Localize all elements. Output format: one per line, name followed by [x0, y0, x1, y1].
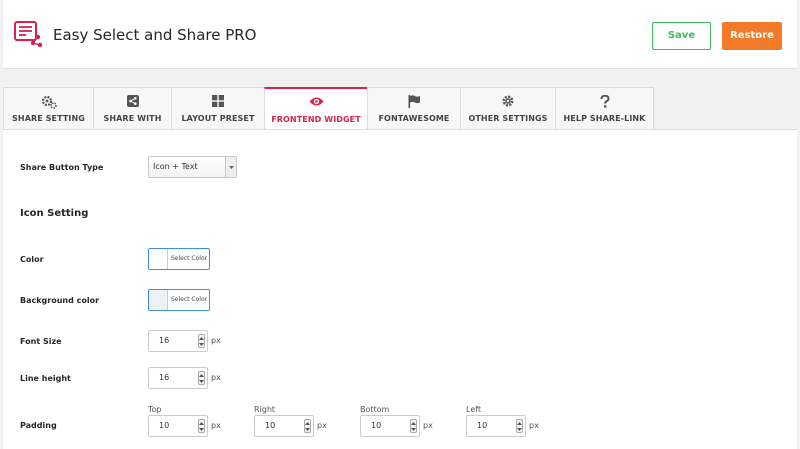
share-button-type-value: Icon + Text [153, 162, 198, 171]
tab-label: SHARE SETTING [12, 114, 85, 123]
stepper-icon[interactable] [198, 371, 205, 385]
tab-share-with[interactable]: SHARE WITH [93, 87, 172, 129]
font-size-input[interactable]: 16 [148, 330, 208, 352]
color-label: Color [20, 255, 44, 264]
select-color-button[interactable]: Select Color [171, 290, 207, 310]
logo-icon [14, 21, 43, 48]
tab-frontend-widget[interactable]: FRONTEND WIDGET [264, 87, 368, 130]
line-height-input[interactable]: 16 [148, 367, 208, 389]
gear-icon [502, 95, 514, 107]
dropdown-arrow-icon [225, 157, 236, 177]
tab-help-share-link[interactable]: HELP SHARE-LINK [555, 87, 654, 129]
padding-right-input[interactable]: 10 [254, 415, 314, 437]
unit-label: px [211, 373, 221, 382]
padding-bottom-label: Bottom [360, 405, 390, 414]
stepper-icon[interactable] [198, 334, 205, 348]
flag-icon [408, 95, 420, 108]
tab-label: OTHER SETTINGS [468, 114, 548, 123]
stepper-icon[interactable] [516, 419, 523, 433]
unit-label: px [423, 421, 433, 430]
tab-share-setting[interactable]: SHARE SETTING [3, 87, 94, 129]
share-button-type-select[interactable]: Icon + Text [148, 156, 237, 178]
padding-left-input[interactable]: 10 [466, 415, 526, 437]
color-swatch [149, 290, 168, 310]
color-picker[interactable]: Select Color [148, 248, 210, 270]
save-button[interactable]: Save [652, 22, 711, 50]
stepper-icon[interactable] [304, 419, 311, 433]
tab-label: FRONTEND WIDGET [271, 115, 361, 124]
stepper-icon[interactable] [410, 419, 417, 433]
restore-button[interactable]: Restore [722, 22, 782, 50]
tab-layout-preset[interactable]: LAYOUT PRESET [171, 87, 265, 129]
padding-left-label: Left [466, 405, 482, 414]
unit-label: px [211, 336, 221, 345]
app-title: Easy Select and Share PRO [53, 26, 257, 44]
padding-right-label: Right [254, 405, 276, 414]
question-icon [600, 95, 610, 108]
eye-icon [309, 97, 323, 106]
color-swatch [149, 249, 168, 269]
stepper-icon[interactable] [198, 419, 205, 433]
background-color-picker[interactable]: Select Color [148, 289, 210, 311]
tab-fontawesome[interactable]: FONTAWESOME [367, 87, 461, 129]
background-color-label: Background color [20, 296, 100, 305]
icon-setting-title: Icon Setting [20, 208, 89, 219]
tab-other-settings[interactable]: OTHER SETTINGS [460, 87, 556, 129]
tab-label: FONTAWESOME [378, 114, 450, 123]
padding-bottom-input[interactable]: 10 [360, 415, 420, 437]
tab-label: SHARE WITH [103, 114, 162, 123]
font-size-label: Font Size [20, 337, 62, 346]
unit-label: px [529, 421, 539, 430]
app-header: Easy Select and Share PRO Save Restore [3, 0, 797, 69]
share-icon [126, 95, 139, 107]
padding-label: Padding [20, 421, 57, 430]
frontend-widget-panel: Share Button Type Icon + Text Icon Setti… [3, 129, 797, 449]
gears-icon [41, 95, 57, 109]
share-button-type-label: Share Button Type [20, 163, 104, 172]
tab-label: LAYOUT PRESET [181, 114, 255, 123]
grid-icon [212, 95, 224, 107]
padding-top-input[interactable]: 10 [148, 415, 208, 437]
unit-label: px [211, 421, 221, 430]
line-height-label: Line height [20, 374, 71, 383]
unit-label: px [317, 421, 327, 430]
tab-label: HELP SHARE-LINK [563, 114, 646, 123]
select-color-button[interactable]: Select Color [171, 249, 207, 269]
padding-top-label: Top [148, 405, 162, 414]
